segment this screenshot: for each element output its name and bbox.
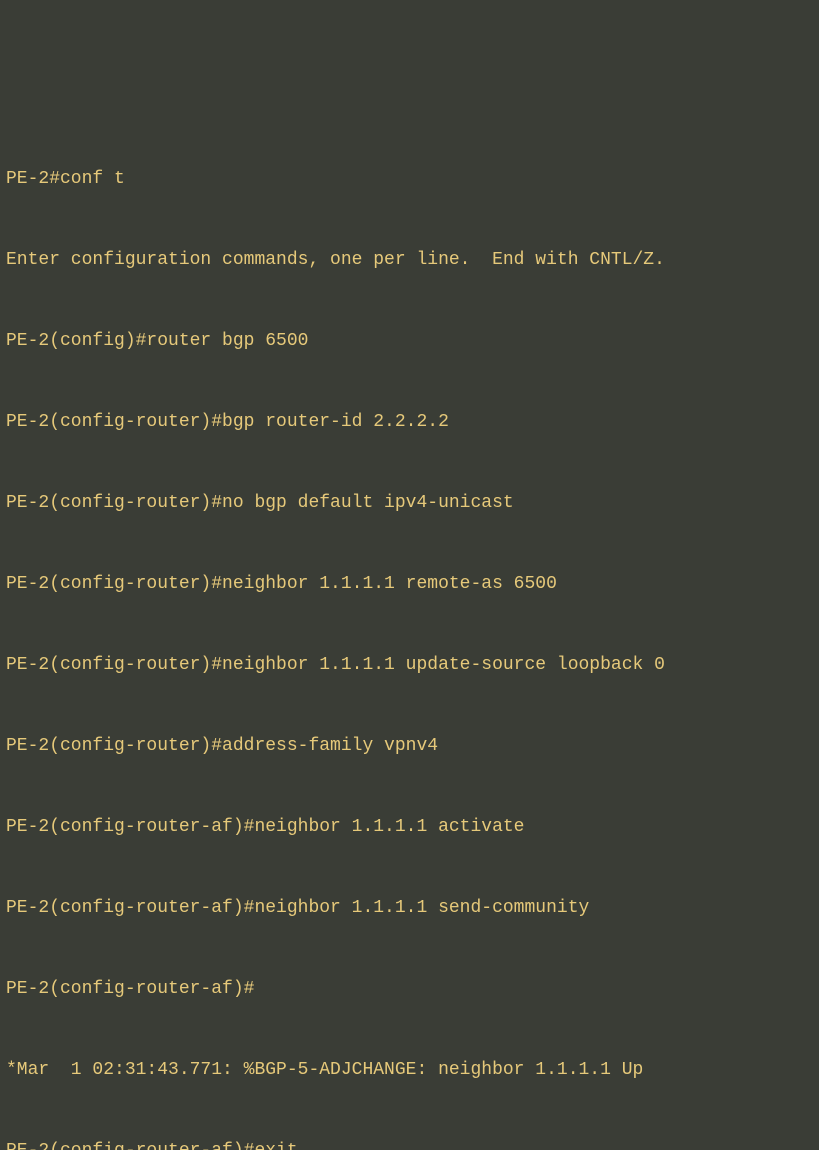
terminal-line: PE-2(config-router)#address-family vpnv4 bbox=[6, 733, 813, 760]
terminal-line: Enter configuration commands, one per li… bbox=[6, 247, 813, 274]
terminal-line: PE-2(config-router-af)# bbox=[6, 976, 813, 1003]
terminal-line: PE-2(config)#router bgp 6500 bbox=[6, 328, 813, 355]
terminal-line: PE-2(config-router-af)#neighbor 1.1.1.1 … bbox=[6, 895, 813, 922]
terminal-line: PE-2(config-router)#neighbor 1.1.1.1 rem… bbox=[6, 571, 813, 598]
terminal-line: PE-2#conf t bbox=[6, 166, 813, 193]
terminal-line: PE-2(config-router)#no bgp default ipv4-… bbox=[6, 490, 813, 517]
terminal-line: PE-2(config-router-af)#neighbor 1.1.1.1 … bbox=[6, 814, 813, 841]
terminal-line: PE-2(config-router-af)#exit bbox=[6, 1138, 813, 1150]
terminal-line: *Mar 1 02:31:43.771: %BGP-5-ADJCHANGE: n… bbox=[6, 1057, 813, 1084]
terminal-output: PE-2#conf t Enter configuration commands… bbox=[0, 108, 819, 1150]
terminal-line: PE-2(config-router)#bgp router-id 2.2.2.… bbox=[6, 409, 813, 436]
terminal-line: PE-2(config-router)#neighbor 1.1.1.1 upd… bbox=[6, 652, 813, 679]
